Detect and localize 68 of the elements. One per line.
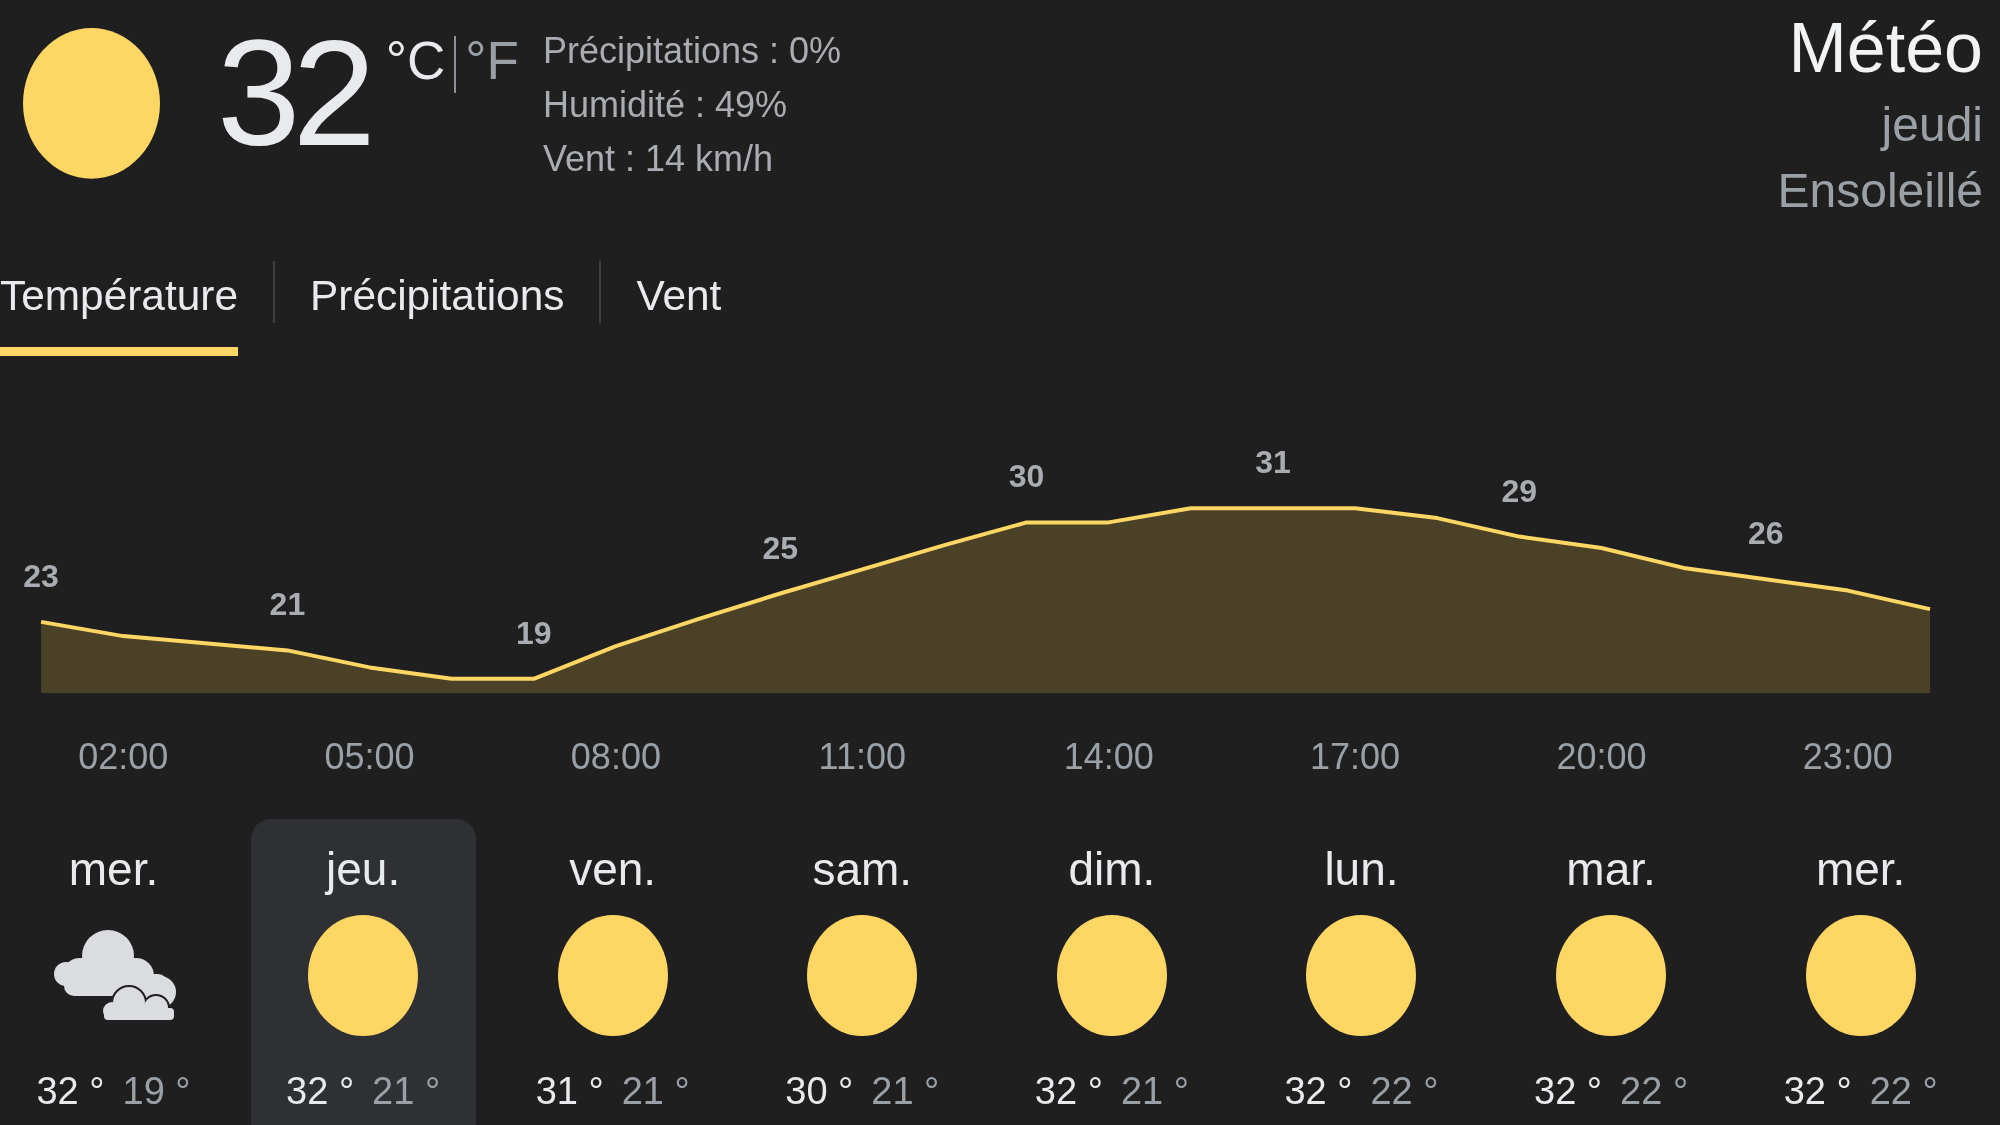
time-label: 11:00	[818, 735, 906, 777]
low-temperature: 21 °	[871, 1069, 940, 1113]
value-label: 26	[1747, 515, 1784, 552]
high-temperature: 32 °	[1034, 1069, 1103, 1113]
value-label: 21	[269, 586, 306, 623]
day-name: ven.	[569, 842, 657, 897]
weather-detail: Vent : 14 km/h	[542, 137, 774, 181]
tab[interactable]: Température	[0, 272, 238, 356]
value-label: 23	[23, 557, 59, 594]
condition-label: Ensoleillé	[1777, 163, 1983, 219]
sun-icon	[557, 915, 668, 1036]
low-temperature: 22 °	[1869, 1069, 1938, 1113]
high-temperature: 32 °	[286, 1069, 355, 1113]
time-label: 05:00	[324, 735, 415, 777]
low-temperature: 21 °	[621, 1069, 690, 1113]
sun-icon	[1805, 915, 1916, 1036]
day-item[interactable]: dim. 32 ° 21 °	[999, 819, 1225, 1125]
day-item[interactable]: jeu. 32 ° 21 °	[250, 819, 476, 1125]
tab[interactable]: Vent	[636, 272, 722, 356]
time-label: 02:00	[78, 735, 169, 777]
widget-title: Météo	[1788, 8, 1983, 88]
day-item[interactable]: sam. 30 ° 21 °	[749, 819, 975, 1125]
high-temperature: 30 °	[785, 1069, 854, 1113]
low-temperature: 22 °	[1370, 1069, 1439, 1113]
value-label: 19	[516, 614, 552, 651]
low-temperature: 22 °	[1620, 1069, 1689, 1113]
time-label: 08:00	[570, 735, 661, 777]
unit-link[interactable]: °C	[385, 30, 446, 92]
current-temperature: 32	[217, 18, 368, 168]
sun-icon	[1556, 915, 1667, 1036]
high-temperature: 32 °	[1534, 1069, 1603, 1113]
weather-detail: Précipitations : 0%	[542, 29, 842, 73]
day-name: mer.	[68, 842, 159, 897]
sun-icon	[1056, 915, 1167, 1036]
value-label: 25	[762, 529, 798, 566]
high-temperature: 32 °	[36, 1069, 105, 1113]
day-item[interactable]: mer. 32 ° 19 °	[1, 819, 226, 1125]
sun-icon	[807, 915, 918, 1036]
tab[interactable]: Précipitations	[310, 272, 565, 356]
day-item[interactable]: ven. 31 ° 21 °	[500, 819, 726, 1125]
time-label: 14:00	[1063, 735, 1154, 777]
low-temperature: 21 °	[372, 1069, 441, 1113]
sun-icon	[1306, 915, 1417, 1036]
time-label: 23:00	[1802, 735, 1893, 777]
weather-detail: Humidité : 49%	[542, 83, 788, 127]
day-name: mer.	[1815, 842, 1906, 897]
sun-icon	[23, 28, 160, 179]
day-name: dim.	[1068, 842, 1156, 897]
unit-link[interactable]: °F	[465, 30, 519, 92]
day-name: mar.	[1566, 842, 1656, 897]
day-name: lun.	[1324, 842, 1399, 897]
day-name: jeu.	[326, 842, 401, 897]
high-temperature: 32 °	[1783, 1069, 1852, 1113]
time-label: 17:00	[1310, 735, 1401, 777]
value-label: 31	[1255, 444, 1291, 481]
value-label: 29	[1501, 472, 1538, 509]
value-label: 30	[1008, 458, 1045, 495]
day-item[interactable]: mer. 32 ° 22 °	[1748, 819, 1974, 1125]
low-temperature: 21 °	[1120, 1069, 1189, 1113]
day-name: sam.	[812, 842, 913, 897]
high-temperature: 31 °	[535, 1069, 604, 1113]
day-item[interactable]: lun. 32 ° 22 °	[1248, 819, 1474, 1125]
high-temperature: 32 °	[1284, 1069, 1353, 1113]
low-temperature: 19 °	[122, 1069, 191, 1113]
day-label: jeudi	[1881, 97, 1983, 153]
time-label: 20:00	[1556, 735, 1647, 777]
day-item[interactable]: mar. 32 ° 22 °	[1498, 819, 1724, 1125]
sun-icon	[308, 915, 419, 1036]
